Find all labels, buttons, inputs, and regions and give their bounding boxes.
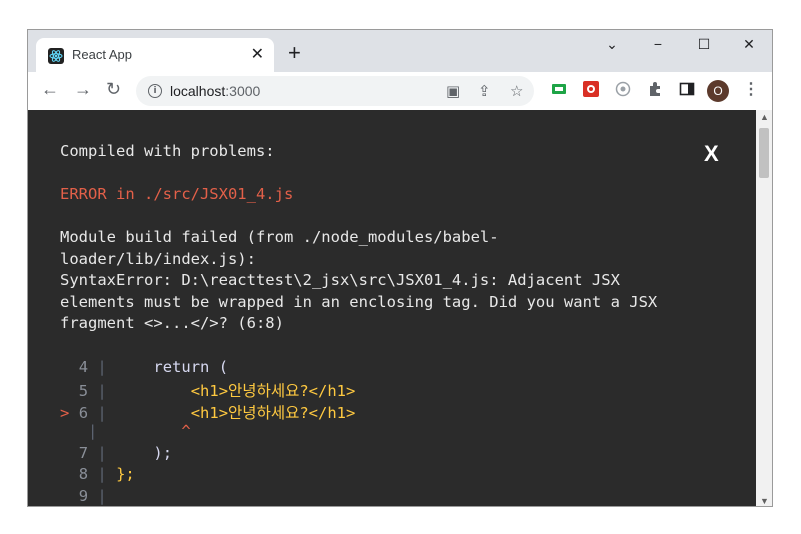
forward-button[interactable]: → bbox=[74, 80, 92, 98]
new-tab-button[interactable]: + bbox=[288, 42, 301, 64]
overlay-title: Compiled with problems: bbox=[60, 142, 275, 160]
extension-red-icon[interactable] bbox=[583, 81, 599, 97]
site-info-icon[interactable]: i bbox=[148, 84, 162, 98]
code-frame-line: 9 | bbox=[78, 487, 107, 505]
browser-menu-icon[interactable]: ⋮ bbox=[743, 79, 759, 99]
error-message-line: Module build failed (from ./node_modules… bbox=[60, 228, 499, 246]
error-message-line: fragment <>...</>? (6:8) bbox=[60, 314, 284, 332]
tab-search-icon[interactable]: ⌄ bbox=[602, 36, 622, 53]
extension-green-icon[interactable] bbox=[551, 81, 567, 97]
code-frame-line-error: > 6 | <h1>안녕하세요?</h1> bbox=[60, 404, 356, 422]
scroll-up-arrow-icon[interactable]: ▲ bbox=[760, 112, 769, 122]
browser-window: React App ✕ + ⌄ − ☐ ✕ ← → ↻ i localhost:… bbox=[27, 29, 773, 507]
profile-avatar[interactable]: O bbox=[707, 80, 729, 102]
tab-close-icon[interactable]: ✕ bbox=[251, 44, 264, 64]
code-frame-line: 5 | <h1>안녕하세요?</h1> bbox=[78, 382, 356, 400]
browser-toolbar: ← → ↻ i localhost:3000 ▣ ⇪ ☆ O ⋮ bbox=[28, 72, 772, 111]
url-host: localhost bbox=[170, 83, 226, 99]
tab-title: React App bbox=[72, 47, 132, 62]
maximize-button[interactable]: ☐ bbox=[694, 36, 714, 53]
tab-strip: React App ✕ + ⌄ − ☐ ✕ bbox=[28, 30, 772, 72]
tab-react-app[interactable]: React App ✕ bbox=[36, 38, 274, 72]
error-message-line: elements must be wrapped in an enclosing… bbox=[60, 293, 658, 311]
vertical-scrollbar[interactable]: ▲ ▼ bbox=[756, 110, 772, 506]
code-frame-line: 7 | ); bbox=[78, 444, 173, 462]
minimize-button[interactable]: − bbox=[648, 36, 668, 52]
reload-button[interactable]: ↻ bbox=[106, 80, 121, 98]
translate-icon[interactable]: ▣ bbox=[446, 82, 460, 100]
code-frame-line: 8 | }; bbox=[78, 465, 135, 483]
back-button[interactable]: ← bbox=[41, 80, 59, 98]
error-header: ERROR in ./src/JSX01_4.js bbox=[60, 185, 294, 203]
error-overlay: Compiled with problems: X ERROR in ./src… bbox=[28, 110, 756, 506]
side-panel-icon[interactable] bbox=[679, 81, 695, 97]
scroll-down-arrow-icon[interactable]: ▼ bbox=[760, 496, 769, 506]
code-frame-caret-line: | ^ bbox=[88, 422, 191, 440]
bookmark-star-icon[interactable]: ☆ bbox=[510, 82, 523, 100]
share-icon[interactable]: ⇪ bbox=[478, 82, 491, 100]
code-frame-line: 4 | return ( bbox=[78, 358, 229, 376]
extensions-puzzle-icon[interactable] bbox=[647, 81, 663, 97]
url-port: :3000 bbox=[225, 83, 261, 99]
address-bar[interactable]: i localhost:3000 ▣ ⇪ ☆ bbox=[136, 76, 534, 106]
extension-gray-icon[interactable] bbox=[615, 81, 631, 97]
error-message-line: loader/lib/index.js): bbox=[60, 250, 256, 268]
scrollbar-thumb[interactable] bbox=[759, 128, 769, 178]
window-close-button[interactable]: ✕ bbox=[739, 36, 759, 53]
url-text: localhost:3000 bbox=[170, 83, 260, 99]
react-favicon-icon bbox=[48, 48, 64, 64]
overlay-close-button[interactable]: X bbox=[704, 141, 719, 167]
error-message-line: SyntaxError: D:\reacttest\2_jsx\src\JSX0… bbox=[60, 271, 620, 289]
